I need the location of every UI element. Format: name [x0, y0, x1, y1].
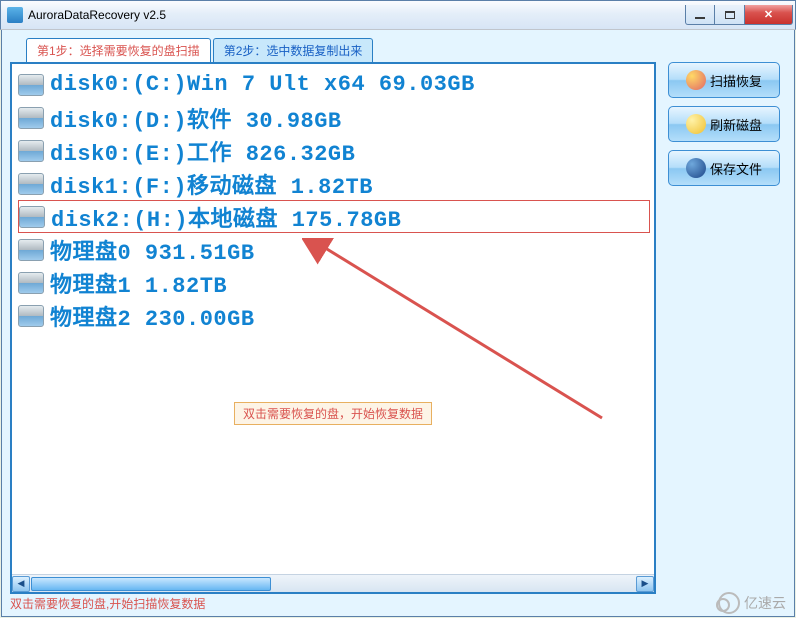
- refresh-icon: [686, 114, 706, 134]
- disk-item[interactable]: 物理盘1 1.82TB: [18, 266, 650, 299]
- disk-label: disk1:(F:)移动磁盘 1.82TB: [50, 168, 373, 200]
- disk-label: 物理盘0 931.51GB: [50, 234, 255, 266]
- window-controls: ✕: [685, 5, 793, 25]
- disk-list: disk0:(C:)Win 7 Ult x64 69.03GB disk0:(D…: [12, 64, 654, 332]
- status-bar-text: 双击需要恢复的盘,开始扫描恢复数据: [10, 595, 205, 612]
- disk-label: disk0:(E:)工作 826.32GB: [50, 135, 355, 167]
- watermark-text: 亿速云: [744, 593, 786, 613]
- app-icon: [7, 7, 23, 23]
- disk-item[interactable]: 物理盘2 230.00GB: [18, 299, 650, 332]
- close-button[interactable]: ✕: [745, 5, 793, 25]
- watermark: 亿速云: [718, 592, 786, 614]
- horizontal-scrollbar[interactable]: ◀ ▶: [12, 574, 654, 592]
- side-buttons: 扫描恢复 刷新磁盘 保存文件: [668, 62, 780, 594]
- save-files-button[interactable]: 保存文件: [668, 150, 780, 186]
- button-label: 扫描恢复: [710, 71, 762, 90]
- disk-icon: [18, 74, 44, 96]
- disk-panel: disk0:(C:)Win 7 Ult x64 69.03GB disk0:(D…: [10, 62, 656, 594]
- window-body: 第1步：选择需要恢复的盘扫描 第2步：选中数据复制出来 disk0:(C:)Wi…: [1, 30, 795, 617]
- disk-label: 物理盘2 230.00GB: [50, 300, 255, 332]
- button-label: 刷新磁盘: [710, 115, 762, 134]
- window-title: AuroraDataRecovery v2.5: [28, 8, 685, 22]
- scroll-right-button[interactable]: ▶: [636, 576, 654, 592]
- refresh-disks-button[interactable]: 刷新磁盘: [668, 106, 780, 142]
- title-bar: AuroraDataRecovery v2.5 ✕: [0, 0, 796, 30]
- scroll-track[interactable]: [30, 576, 636, 592]
- minimize-button[interactable]: [685, 5, 715, 25]
- disk-label: disk0:(D:)软件 30.98GB: [50, 102, 342, 134]
- disk-icon: [18, 107, 44, 129]
- tab-step1[interactable]: 第1步：选择需要恢复的盘扫描: [26, 38, 211, 62]
- disk-icon: [18, 239, 44, 261]
- scroll-thumb[interactable]: [31, 577, 271, 591]
- disk-item-selected[interactable]: disk2:(H:)本地磁盘 175.78GB: [18, 200, 650, 233]
- disk-icon: [18, 140, 44, 162]
- disk-icon: [18, 272, 44, 294]
- tab-step2[interactable]: 第2步：选中数据复制出来: [213, 38, 374, 62]
- watermark-icon: [718, 592, 740, 614]
- scan-recover-button[interactable]: 扫描恢复: [668, 62, 780, 98]
- disk-item[interactable]: disk0:(E:)工作 826.32GB: [18, 134, 650, 167]
- work-area: disk0:(C:)Win 7 Ult x64 69.03GB disk0:(D…: [10, 62, 786, 594]
- button-label: 保存文件: [710, 159, 762, 178]
- hint-box: 双击需要恢复的盘，开始恢复数据: [234, 402, 432, 425]
- disk-item[interactable]: disk0:(D:)软件 30.98GB: [18, 101, 650, 134]
- disk-item[interactable]: 物理盘0 931.51GB: [18, 233, 650, 266]
- disk-icon: [18, 305, 44, 327]
- disk-label: disk2:(H:)本地磁盘 175.78GB: [51, 201, 401, 233]
- save-icon: [686, 158, 706, 178]
- disk-item[interactable]: disk1:(F:)移动磁盘 1.82TB: [18, 167, 650, 200]
- disk-item[interactable]: disk0:(C:)Win 7 Ult x64 69.03GB: [18, 68, 650, 101]
- magnifier-icon: [686, 70, 706, 90]
- disk-label: 物理盘1 1.82TB: [50, 267, 227, 299]
- disk-label: disk0:(C:)Win 7 Ult x64 69.03GB: [50, 72, 475, 97]
- disk-icon: [18, 173, 44, 195]
- step-tabs: 第1步：选择需要恢复的盘扫描 第2步：选中数据复制出来: [26, 38, 786, 62]
- maximize-button[interactable]: [715, 5, 745, 25]
- disk-icon: [19, 206, 45, 228]
- scroll-left-button[interactable]: ◀: [12, 576, 30, 592]
